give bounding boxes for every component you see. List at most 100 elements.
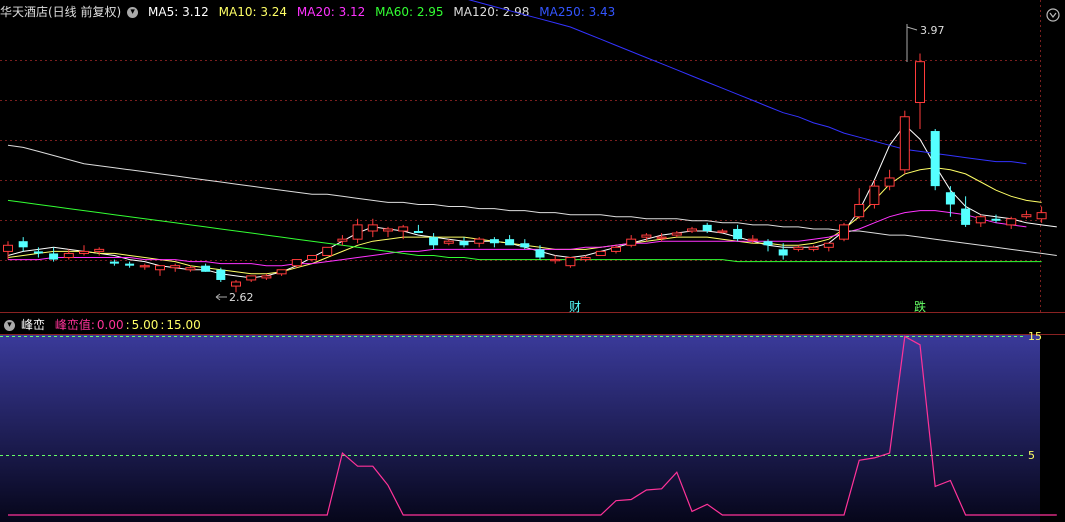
candle-body [884,177,895,187]
candle-body [413,231,423,234]
candle-body [580,257,591,261]
candle-body [185,267,196,271]
candle [170,263,181,272]
candle-body [717,230,728,233]
candle-body [823,242,834,248]
candle [79,245,89,256]
main-grid [0,60,1040,261]
candle [201,263,211,272]
candle [961,196,971,227]
candle-body [687,228,697,232]
axis-tick-15: 15 [1028,330,1042,343]
candle [1021,210,1032,219]
high-annotation: 3.97 [906,24,945,62]
candle [125,261,135,268]
candle [216,267,226,282]
candle-body [733,228,743,240]
candlesticks [3,53,1047,293]
candle-body [915,61,925,103]
candle-body [63,252,74,259]
candle-body [3,244,13,252]
candle-body [18,241,28,248]
candle-body [611,246,621,252]
candle-body [109,261,119,264]
candle-body [1021,214,1032,218]
candle-body [854,203,865,218]
candle-body [626,238,637,246]
candle [63,249,74,260]
candle [413,224,423,234]
candle-body [216,269,226,280]
candle [687,226,697,234]
ma120-line [7,144,1057,256]
candle [337,235,348,246]
candle [793,245,804,252]
candle-body [443,240,454,244]
candle [459,237,469,248]
candle-body [930,131,940,187]
candle [322,246,333,256]
candle-body [307,254,317,261]
candle-body [398,226,409,232]
candle [869,180,880,209]
moving-average-lines [7,0,1057,279]
candle [1036,206,1047,223]
ma250-line [468,0,1027,165]
candle-body [869,185,880,205]
candle [733,224,743,242]
candle-body [367,224,378,232]
candle-body [641,234,652,238]
event-marker-die[interactable]: 跌 [914,299,926,314]
candle-body [276,269,287,275]
low-label: 2.62 [229,291,254,304]
candle [505,235,515,246]
candle-body [595,250,606,256]
candle [671,231,682,238]
candle [367,218,378,238]
candle [489,237,499,248]
candle [18,237,28,252]
candle-body [79,250,89,254]
candle-body [702,224,712,231]
candle-body [383,228,393,232]
axis-tick-5: 5 [1028,449,1035,462]
candle-body [763,241,773,246]
candle-body [125,263,135,266]
candle-body [49,253,59,260]
candle-body [231,281,241,287]
candle [717,228,728,234]
event-marker-cai[interactable]: 财 [569,300,581,314]
candle-body [1006,218,1017,226]
candle-body [1036,212,1047,220]
candle-body [778,249,788,256]
high-label: 3.97 [920,24,945,37]
close-icon[interactable] [1046,8,1060,22]
candle [595,250,606,256]
candle-body [535,249,545,258]
candle-body [322,246,333,256]
candle-body [505,239,515,246]
candle-body [808,246,819,250]
candle-body [489,239,499,244]
chart-area[interactable]: 3.97 2.62 财 跌 15 5 [0,0,1065,522]
candle-body [170,265,181,269]
candle-body [352,224,363,240]
candle-body [155,265,165,271]
candle [899,110,910,174]
candle [276,269,287,276]
candle-body [961,208,971,225]
candle-body [429,237,439,246]
low-annotation: 2.62 [215,291,254,304]
candle-body [839,224,849,240]
candle-body [474,238,485,244]
candle-body [550,259,561,262]
candle-body [33,251,43,254]
candle-body [793,246,804,250]
candle-body [747,238,758,241]
candle-body [139,265,150,268]
candle [839,222,849,242]
candle-body [201,265,211,272]
candle [155,265,165,276]
candle [49,247,59,262]
candle-body [94,248,105,252]
